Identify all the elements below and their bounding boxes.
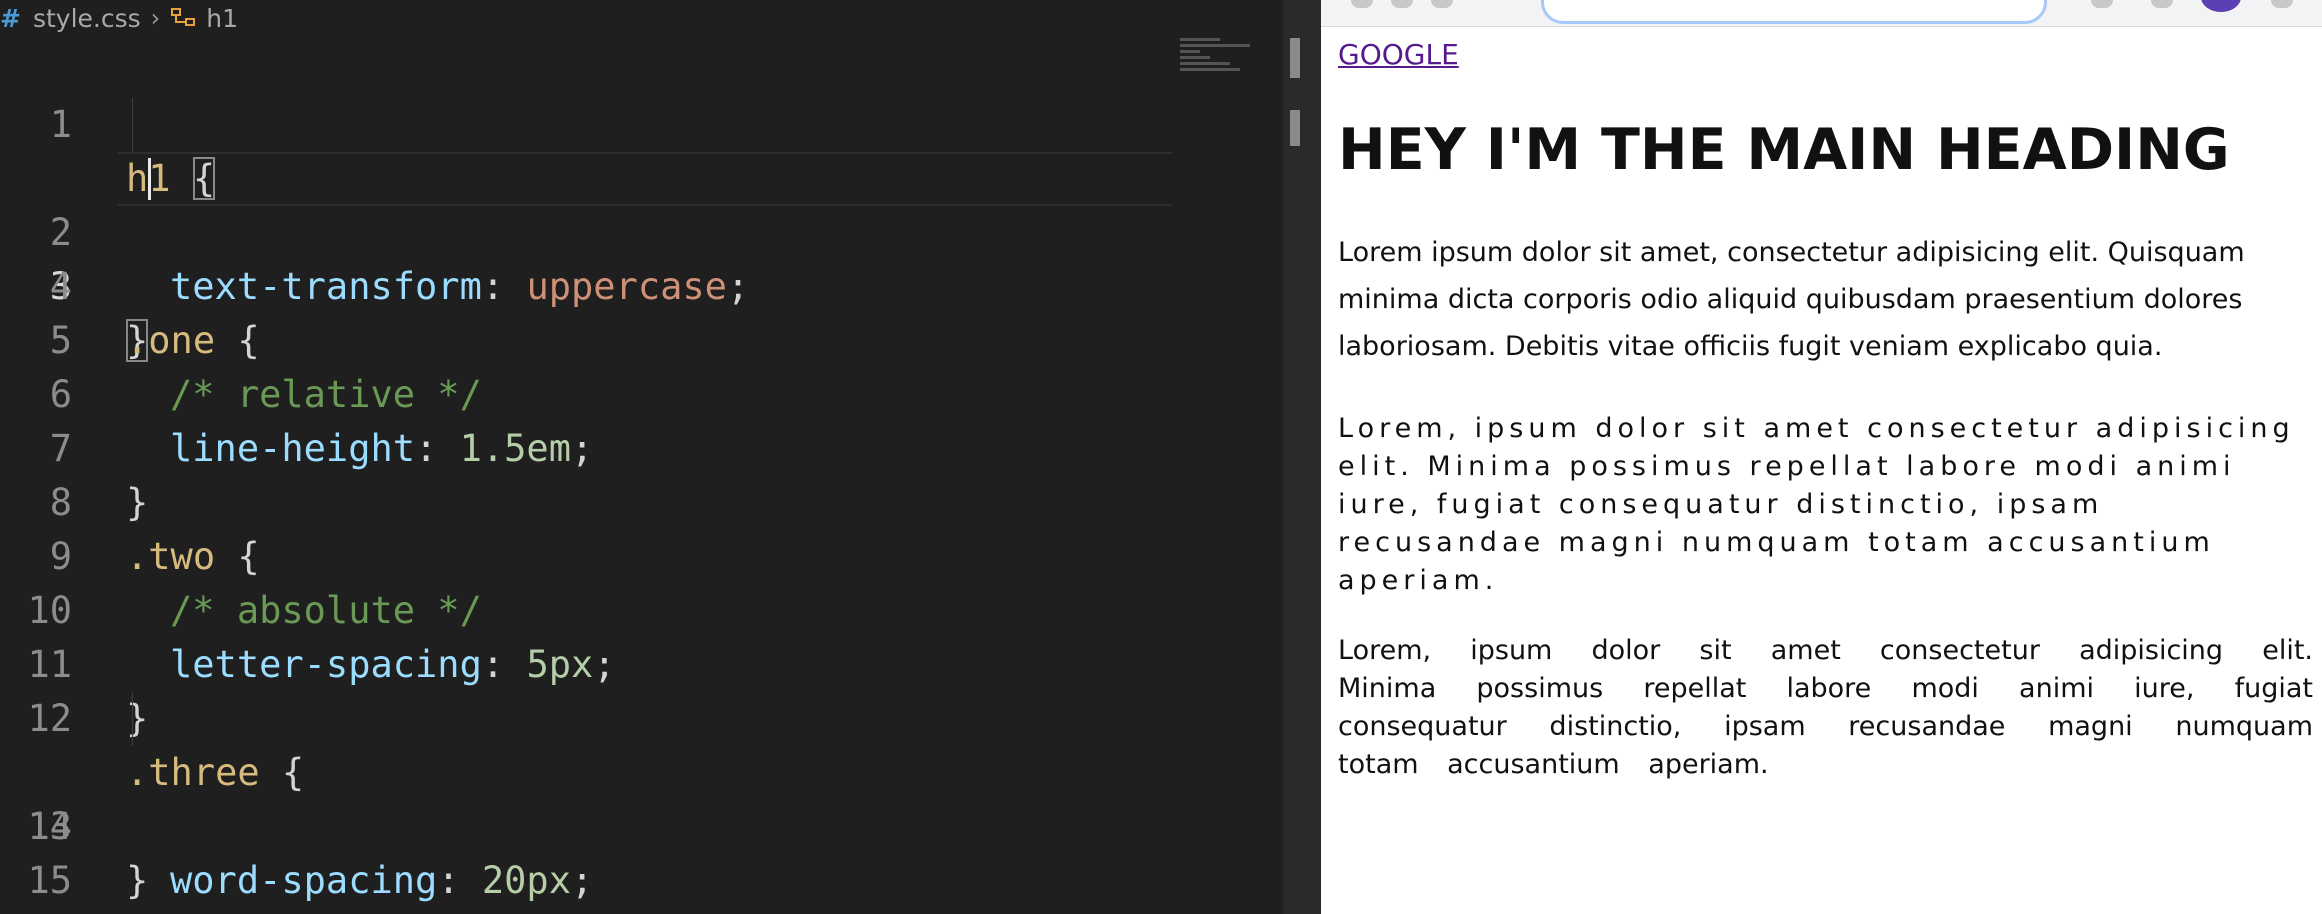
code-area[interactable]: 1 h1 { 2 text-transform: uppercase; 3 } … [0,44,1283,902]
paragraph-three: Lorem, ipsum dolor sit amet consectetur … [1338,635,2313,780]
breadcrumb-symbol[interactable]: h1 [206,4,238,33]
symbol-class-icon [171,8,196,26]
code-editor[interactable]: # style.css › h1 1 h1 { 2 text-transform… [0,0,1283,914]
browser-toolbar [1321,0,2322,27]
code-line-active[interactable]: 3 } [0,152,1283,362]
current-line-highlight [118,152,1172,206]
breadcrumb-file[interactable]: style.css [33,4,141,33]
minimap[interactable] [1180,38,1280,98]
pane-divider[interactable] [1311,0,1321,914]
code-line[interactable]: 14 } [0,746,1283,902]
code-line[interactable]: 1 h1 { [0,44,1283,200]
code-line[interactable]: 7 } [0,368,1283,524]
css-file-icon: # [0,3,21,33]
code-line[interactable]: 11 } [0,584,1283,740]
google-link[interactable]: GOOGLE [1338,38,1459,71]
scrollbar-marker [1290,110,1300,146]
code-line[interactable]: 2 text-transform: uppercase; [0,98,1283,308]
code-line[interactable]: 13 word-spacing: 20px; [0,692,1283,902]
browser-window[interactable]: GOOGLE hey I'm the main heading Lorem ip… [1321,0,2322,914]
menu-icon[interactable] [2271,0,2293,8]
code-line[interactable]: 4 .one { [0,206,1283,362]
reload-icon[interactable] [1431,0,1453,8]
code-line[interactable]: 9 /* absolute */ [0,476,1283,632]
main-heading: hey I'm the main heading [1338,117,2230,183]
code-line[interactable]: 5 /* relative */ [0,260,1283,416]
code-line[interactable]: 12 .three { [0,638,1283,794]
chevron-right-icon: › [150,4,161,32]
paragraph-one: Lorem ipsum dolor sit amet, consectetur … [1338,237,2245,362]
indent-guide [132,98,133,152]
extensions-icon[interactable] [2091,0,2113,8]
code-text: word-spacing: 20px; [170,859,594,902]
code-line[interactable]: 8 .two { [0,422,1283,578]
text-cursor [148,158,151,200]
back-icon[interactable] [1351,0,1373,8]
code-line[interactable]: 6 line-height: 1.5em; [0,314,1283,470]
profile-avatar[interactable] [2201,0,2241,12]
indent-guide [132,692,133,746]
scrollbar-thumb[interactable] [1290,38,1300,78]
web-page: GOOGLE hey I'm the main heading Lorem ip… [1338,38,2313,784]
paragraph-two: Lorem, ipsum dolor sit amet consectetur … [1338,413,2295,596]
download-icon[interactable] [2151,0,2173,8]
forward-icon[interactable] [1391,0,1413,8]
breadcrumb: # style.css › h1 [0,0,1283,36]
code-line[interactable]: 15 [0,800,1283,902]
address-bar[interactable] [1541,0,2047,24]
code-line[interactable]: 10 letter-spacing: 5px; [0,530,1283,686]
line-number: 15 [27,859,72,902]
